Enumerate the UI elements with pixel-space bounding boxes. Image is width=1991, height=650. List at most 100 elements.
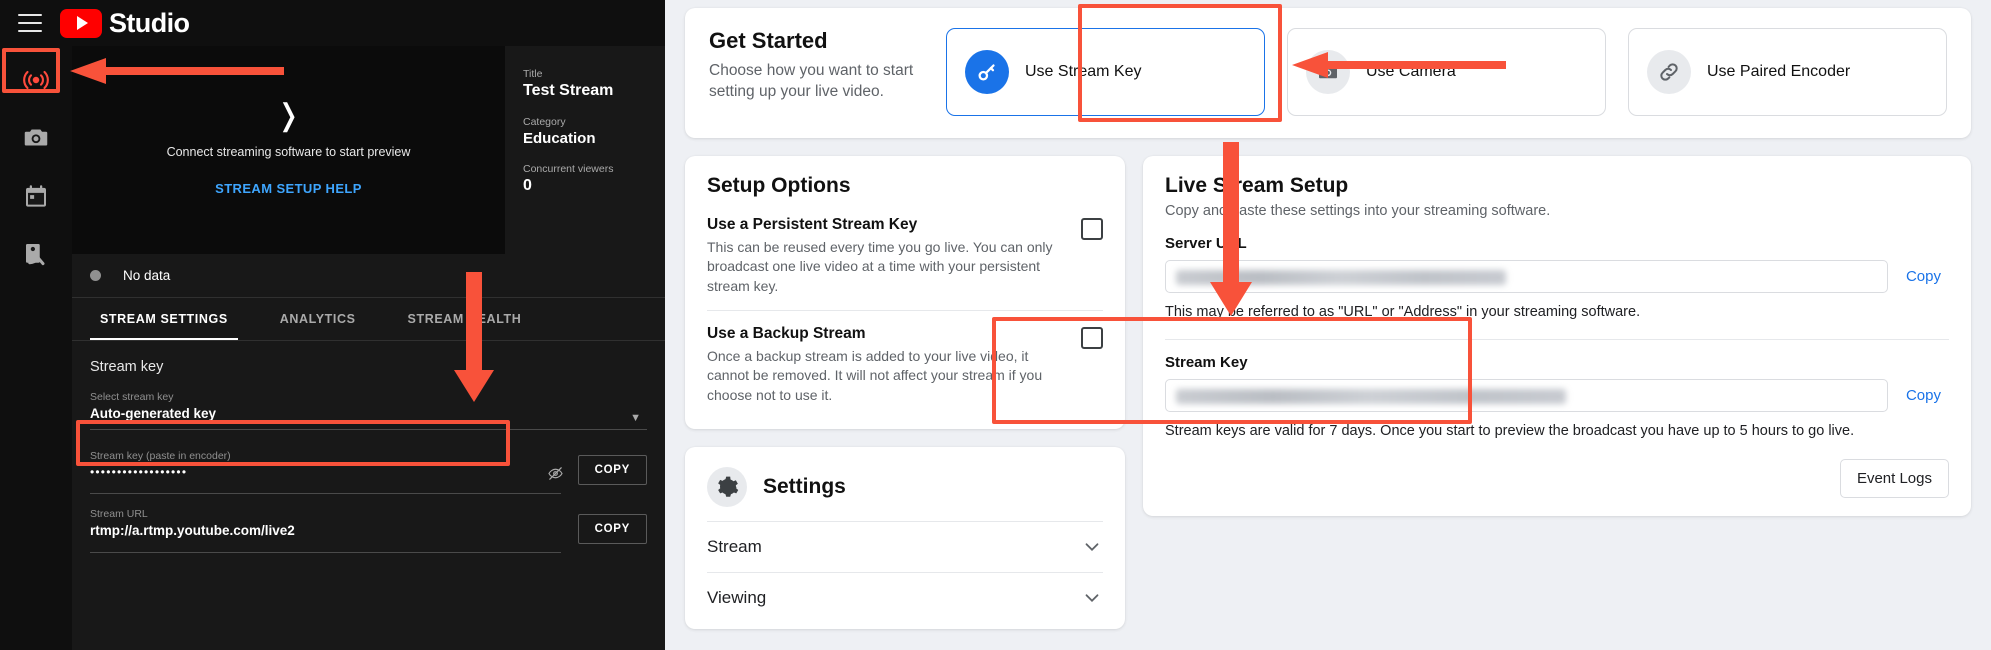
sidebar-item-stream[interactable]: [0, 54, 72, 106]
setup-options-card: Setup Options Use a Persistent Stream Ke…: [685, 156, 1125, 429]
title-label: Title: [523, 68, 543, 80]
stream-info-panel: Title Test Stream Category Education Con…: [505, 46, 665, 254]
stream-icon: [23, 70, 49, 90]
stream-url-input-row: Stream URL rtmp://a.rtmp.youtube.com/liv…: [90, 508, 647, 544]
live-stream-setup-title: Live Stream Setup: [1165, 174, 1349, 197]
stream-key-panel-input[interactable]: [1165, 378, 1888, 412]
calendar-icon: [26, 185, 46, 207]
backup-stream-checkbox[interactable]: [1081, 326, 1103, 349]
settings-title: Settings: [763, 474, 846, 498]
right-column: Live Stream Setup Copy and paste these s…: [1143, 156, 1971, 517]
stream-key-value: ••••••••••••••••••: [90, 465, 188, 479]
server-url-label: Server URL: [1165, 235, 1247, 252]
server-url-help: This may be referred to as "URL" or "Add…: [1165, 304, 1641, 320]
select-stream-key-field[interactable]: Select stream key Auto-generated key ▼: [90, 391, 647, 430]
get-started-subtitle: Choose how you want to start setting up …: [709, 62, 914, 100]
preview-message: Connect streaming software to start prev…: [166, 144, 411, 159]
settings-row-stream[interactable]: Stream: [707, 520, 1103, 572]
get-started-text: Get Started Choose how you want to start…: [709, 28, 924, 102]
settings-card: Settings Stream Viewing: [685, 446, 1125, 629]
loading-spinner-icon: ❭: [275, 98, 302, 132]
stream-preview: ❭ Connect streaming software to start pr…: [72, 46, 505, 254]
stream-key-redacted-value: [1176, 388, 1566, 404]
settings-header: Settings: [707, 459, 1103, 521]
camera-icon: [1319, 65, 1337, 79]
get-started-title: Get Started: [709, 28, 828, 53]
option-use-paired-encoder-label: Use Paired Encoder: [1707, 63, 1851, 80]
link-icon-wrap: [1647, 50, 1691, 94]
webcam-icon: [24, 129, 48, 146]
settings-row-stream-label: Stream: [707, 536, 762, 556]
tab-stream-health[interactable]: STREAM HEALTH: [398, 298, 532, 340]
stream-key-field[interactable]: Stream key (paste in encoder) ••••••••••…: [90, 450, 533, 479]
sidebar-item-manage[interactable]: [0, 170, 72, 222]
copy-server-url-button[interactable]: Copy: [1898, 264, 1949, 289]
status-text: No data: [123, 268, 171, 283]
stream-key-heading: Stream key: [90, 359, 164, 375]
link-icon: [1660, 63, 1678, 81]
copy-stream-url-button[interactable]: COPY: [577, 514, 647, 544]
youtube-logo-icon: [60, 8, 102, 38]
tab-stream-settings[interactable]: STREAM SETTINGS: [90, 298, 238, 340]
studio-main: ❭ Connect streaming software to start pr…: [72, 46, 665, 650]
left-column: Setup Options Use a Persistent Stream Ke…: [685, 156, 1125, 629]
get-started-card: Get Started Choose how you want to start…: [685, 8, 1971, 138]
setup-option-backup-stream: Use a Backup Stream Once a backup stream…: [707, 309, 1103, 419]
option-use-paired-encoder[interactable]: Use Paired Encoder: [1628, 28, 1947, 116]
stream-key-panel-help: Stream keys are valid for 7 days. Once y…: [1165, 422, 1855, 439]
stream-url-label: Stream URL: [90, 508, 148, 520]
chevron-down-icon[interactable]: ▼: [630, 412, 641, 424]
copy-stream-key-panel-button[interactable]: Copy: [1898, 383, 1949, 408]
studio-tabs: STREAM SETTINGS ANALYTICS STREAM HEALTH: [72, 298, 665, 341]
stream-status-row: No data: [72, 254, 665, 298]
eye-off-icon[interactable]: [547, 465, 564, 482]
option-use-stream-key-label: Use Stream Key: [1025, 63, 1142, 80]
analytics-icon: [26, 244, 45, 266]
lower-section: Setup Options Use a Persistent Stream Ke…: [685, 156, 1971, 629]
tab-analytics[interactable]: ANALYTICS: [270, 298, 366, 340]
live-stream-setup-card: Live Stream Setup Copy and paste these s…: [1143, 156, 1971, 517]
persistent-stream-key-checkbox[interactable]: [1081, 218, 1103, 240]
youtube-studio-brand: Studio: [60, 8, 190, 39]
gear-icon-wrap: [707, 466, 747, 507]
stream-key-input-row: Stream key (paste in encoder) ••••••••••…: [90, 450, 647, 485]
setup-option-persistent-key-body: Use a Persistent Stream Key This can be …: [707, 216, 1063, 296]
copy-stream-key-button[interactable]: COPY: [577, 455, 647, 485]
title-value: Test Stream: [523, 82, 614, 99]
stream-url-value: rtmp://a.rtmp.youtube.com/live2: [90, 523, 295, 538]
sidebar-item-analytics[interactable]: [0, 228, 72, 280]
viewers-label: Concurrent viewers: [523, 163, 614, 175]
screenshot-root: Studio ❭ Connect streaming software to s…: [0, 0, 1991, 650]
settings-row-viewing[interactable]: Viewing: [707, 571, 1103, 623]
setup-options-title: Setup Options: [707, 174, 851, 197]
category-value: Education: [523, 130, 596, 147]
live-setup-footer: Event Logs: [1165, 459, 1949, 499]
studio-body: ❭ Connect streaming software to start pr…: [0, 46, 665, 650]
camera-icon-wrap: [1306, 50, 1350, 94]
stream-setup-help-link[interactable]: STREAM SETUP HELP: [215, 181, 362, 196]
stream-settings-body: Stream key Select stream key Auto-genera…: [72, 341, 665, 553]
viewers-value: 0: [523, 177, 532, 194]
status-dot-icon: [90, 270, 101, 281]
key-icon-wrap: [965, 50, 1009, 94]
youtube-studio-panel: Studio ❭ Connect streaming software to s…: [0, 0, 665, 650]
setup-option-persistent-key: Use a Persistent Stream Key This can be …: [707, 212, 1103, 310]
option-use-camera[interactable]: Use Camera: [1287, 28, 1606, 116]
gear-icon: [718, 476, 739, 497]
setup-option-persistent-key-heading: Use a Persistent Stream Key: [707, 216, 918, 233]
server-url-input[interactable]: [1165, 260, 1888, 293]
select-stream-key-value: Auto-generated key: [90, 406, 217, 421]
option-use-camera-label: Use Camera: [1366, 63, 1456, 80]
preview-row: ❭ Connect streaming software to start pr…: [72, 46, 665, 254]
chevron-down-icon: [1085, 543, 1099, 551]
setup-option-backup-stream-heading: Use a Backup Stream: [707, 324, 866, 342]
hamburger-icon[interactable]: [18, 14, 42, 32]
sidebar-item-webcam[interactable]: [0, 112, 72, 164]
stream-url-field[interactable]: Stream URL rtmp://a.rtmp.youtube.com/liv…: [90, 508, 564, 538]
setup-option-persistent-key-description: This can be reused every time you go liv…: [707, 239, 1053, 294]
stream-key-panel-label: Stream Key: [1165, 353, 1248, 371]
stream-key-label: Stream key (paste in encoder): [90, 450, 231, 462]
server-url-row: Copy: [1165, 260, 1949, 293]
option-use-stream-key[interactable]: Use Stream Key: [946, 28, 1265, 116]
event-logs-button[interactable]: Event Logs: [1839, 459, 1949, 499]
